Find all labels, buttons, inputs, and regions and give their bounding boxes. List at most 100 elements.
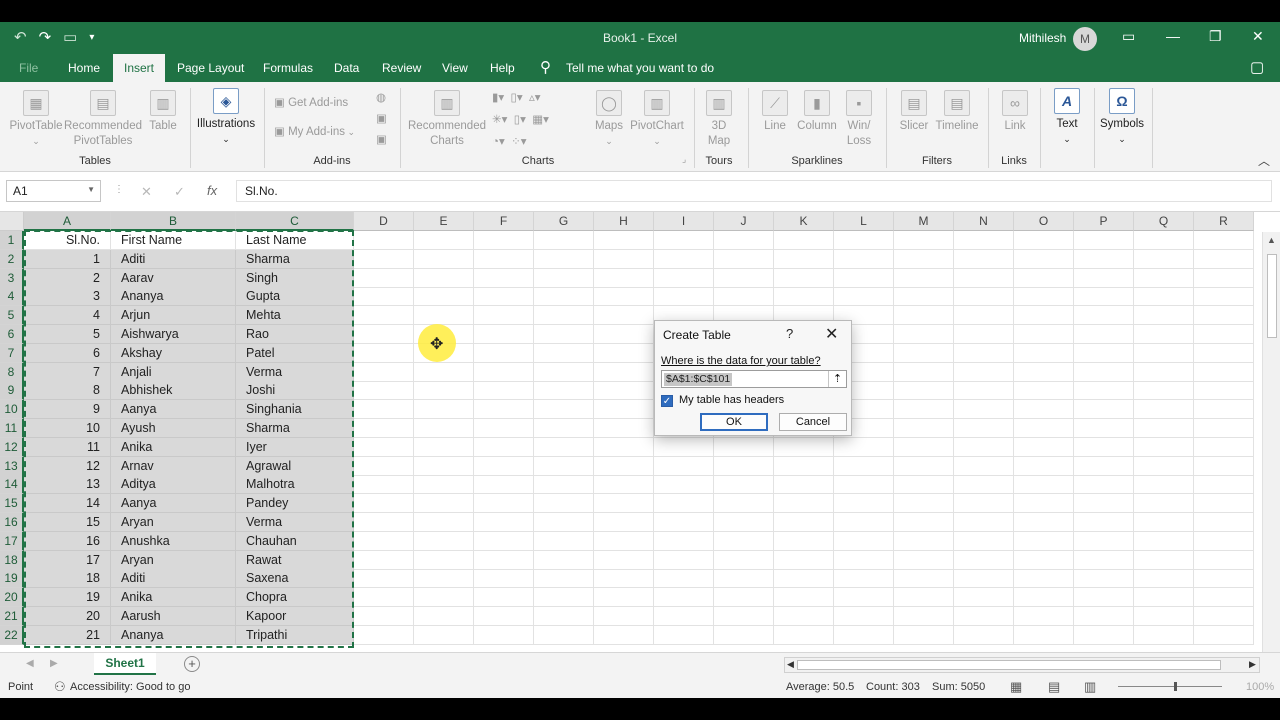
empty-cell[interactable] xyxy=(654,456,714,476)
empty-cell[interactable] xyxy=(354,569,414,589)
collapse-dialog-icon[interactable]: ⇡ xyxy=(828,371,846,387)
empty-cell[interactable] xyxy=(954,362,1014,382)
table-cell[interactable]: Gupta xyxy=(236,287,354,307)
empty-cell[interactable] xyxy=(1194,437,1254,457)
empty-cell[interactable] xyxy=(894,268,954,288)
empty-cell[interactable] xyxy=(1194,381,1254,401)
close-icon[interactable]: ✕ xyxy=(1252,28,1264,45)
empty-cell[interactable] xyxy=(1134,343,1194,363)
empty-cell[interactable] xyxy=(534,249,594,269)
empty-cell[interactable] xyxy=(894,494,954,514)
horizontal-scrollbar[interactable]: ◀ ▶ xyxy=(784,657,1260,673)
column-header-p[interactable]: P xyxy=(1074,212,1134,231)
empty-cell[interactable] xyxy=(354,513,414,532)
empty-cell[interactable] xyxy=(1014,494,1074,514)
empty-cell[interactable] xyxy=(1014,607,1074,626)
empty-cell[interactable] xyxy=(714,494,774,514)
empty-cell[interactable] xyxy=(1194,268,1254,288)
tab-formulas[interactable]: Formulas xyxy=(263,61,313,75)
pivottable-button[interactable]: ▦ PivotTable ⌄ xyxy=(8,90,64,149)
empty-cell[interactable] xyxy=(1014,381,1074,401)
empty-cell[interactable] xyxy=(774,249,834,269)
vertical-scroll-thumb[interactable] xyxy=(1267,254,1277,338)
empty-cell[interactable] xyxy=(1014,362,1074,382)
empty-cell[interactable] xyxy=(534,437,594,457)
empty-cell[interactable] xyxy=(1074,475,1134,495)
empty-cell[interactable] xyxy=(954,419,1014,438)
empty-cell[interactable] xyxy=(1134,569,1194,589)
empty-cell[interactable] xyxy=(1014,268,1074,288)
empty-cell[interactable] xyxy=(1194,550,1254,570)
empty-cell[interactable] xyxy=(774,268,834,288)
empty-cell[interactable] xyxy=(894,231,954,250)
empty-cell[interactable] xyxy=(834,569,894,589)
headers-checkbox-label[interactable]: My table has headers xyxy=(679,394,784,406)
table-cell[interactable]: 21 xyxy=(24,625,111,645)
empty-cell[interactable] xyxy=(774,625,834,645)
empty-cell[interactable] xyxy=(834,588,894,608)
empty-cell[interactable] xyxy=(534,400,594,420)
empty-cell[interactable] xyxy=(1194,325,1254,344)
empty-cell[interactable] xyxy=(594,400,654,420)
worksheet-grid[interactable]: A B C D E F G H I J K L M N O P Q R 1 Sl.No. First Name Last … xyxy=(0,212,1262,652)
empty-cell[interactable] xyxy=(1014,475,1074,495)
empty-cell[interactable] xyxy=(474,400,534,420)
recommended-charts-button[interactable]: ▥ Recommended Charts xyxy=(406,90,488,149)
empty-cell[interactable] xyxy=(954,625,1014,645)
empty-cell[interactable] xyxy=(534,231,594,250)
empty-cell[interactable] xyxy=(894,400,954,420)
table-cell[interactable]: Kapoor xyxy=(236,607,354,626)
empty-cell[interactable] xyxy=(1074,268,1134,288)
empty-cell[interactable] xyxy=(474,550,534,570)
table-cell[interactable]: Arjun xyxy=(111,306,236,326)
empty-cell[interactable] xyxy=(714,550,774,570)
recommended-pivottables-button[interactable]: ▤ Recommended PivotTables xyxy=(64,90,142,149)
empty-cell[interactable] xyxy=(894,343,954,363)
empty-cell[interactable] xyxy=(954,456,1014,476)
table-cell[interactable]: Aditi xyxy=(111,569,236,589)
empty-cell[interactable] xyxy=(594,531,654,551)
empty-cell[interactable] xyxy=(834,513,894,532)
horizontal-scroll-thumb[interactable] xyxy=(797,660,1221,670)
hierarchy-chart-icon[interactable]: ✳▾ ▯▾ ▦▾ xyxy=(492,112,549,126)
table-cell[interactable]: 10 xyxy=(24,419,111,438)
empty-cell[interactable] xyxy=(1074,249,1134,269)
user-name[interactable]: Mithilesh xyxy=(1019,31,1066,45)
empty-cell[interactable] xyxy=(1194,419,1254,438)
table-cell[interactable]: Anika xyxy=(111,588,236,608)
empty-cell[interactable] xyxy=(474,231,534,250)
bing-maps-icon[interactable]: ▣ xyxy=(376,111,387,125)
empty-cell[interactable] xyxy=(594,249,654,269)
empty-cell[interactable] xyxy=(594,569,654,589)
empty-cell[interactable] xyxy=(594,325,654,344)
column-header-n[interactable]: N xyxy=(954,212,1014,231)
row-header[interactable]: 11 xyxy=(0,419,24,438)
empty-cell[interactable] xyxy=(894,569,954,589)
empty-cell[interactable] xyxy=(654,475,714,495)
empty-cell[interactable] xyxy=(1194,231,1254,250)
row-header[interactable]: 3 xyxy=(0,268,24,288)
empty-cell[interactable] xyxy=(534,362,594,382)
empty-cell[interactable] xyxy=(654,268,714,288)
table-cell[interactable]: Mehta xyxy=(236,306,354,326)
empty-cell[interactable] xyxy=(1074,419,1134,438)
row-header[interactable]: 5 xyxy=(0,306,24,326)
empty-cell[interactable] xyxy=(594,475,654,495)
cancel-entry-icon[interactable]: ✕ xyxy=(141,184,152,200)
empty-cell[interactable] xyxy=(954,381,1014,401)
empty-cell[interactable] xyxy=(834,475,894,495)
sparkline-line-button[interactable]: ⟋ Line xyxy=(758,90,792,134)
empty-cell[interactable] xyxy=(354,550,414,570)
empty-cell[interactable] xyxy=(534,475,594,495)
empty-cell[interactable] xyxy=(954,343,1014,363)
people-graph-icon[interactable]: ◍ xyxy=(376,90,386,104)
empty-cell[interactable] xyxy=(1194,456,1254,476)
sheet-tab-sheet1[interactable]: Sheet1 xyxy=(94,653,156,675)
table-cell[interactable]: 12 xyxy=(24,456,111,476)
row-header[interactable]: 6 xyxy=(0,325,24,344)
table-cell[interactable]: 19 xyxy=(24,588,111,608)
empty-cell[interactable] xyxy=(954,325,1014,344)
empty-cell[interactable] xyxy=(354,231,414,250)
empty-cell[interactable] xyxy=(714,456,774,476)
empty-cell[interactable] xyxy=(354,306,414,326)
